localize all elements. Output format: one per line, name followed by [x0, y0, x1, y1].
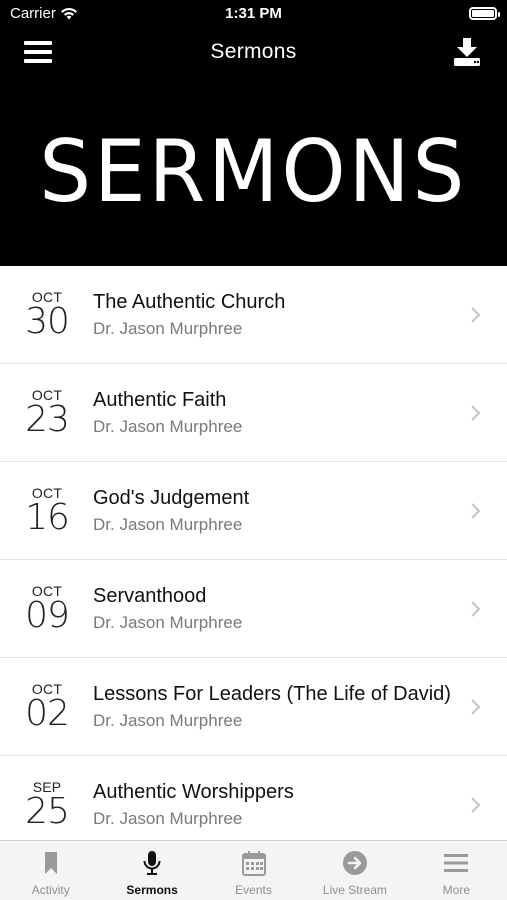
- sermon-day: 02: [25, 693, 70, 734]
- chevron-right-icon: [471, 307, 481, 323]
- calendar-icon: [241, 851, 266, 876]
- sermon-speaker: Dr. Jason Murphree: [93, 515, 243, 534]
- navigation-bar: Sermons: [0, 28, 507, 78]
- download-icon: [454, 38, 480, 66]
- tab-bar: Activity Sermons Events Live Stream More: [0, 840, 507, 900]
- sermon-title: Lessons For Leaders (The Life of David): [93, 683, 451, 705]
- sermon-date: OCT 02: [18, 682, 76, 732]
- sermon-day: 25: [25, 791, 70, 832]
- arrow-circle-icon: [342, 851, 367, 875]
- chevron-right-icon: [471, 405, 481, 421]
- tab-more[interactable]: More: [406, 841, 507, 900]
- sermon-title: The Authentic Church: [93, 291, 286, 313]
- sermon-list: OCT 30 The Authentic Church Dr. Jason Mu…: [0, 266, 507, 854]
- sermon-title: Authentic Worshippers: [93, 781, 294, 803]
- sermon-row[interactable]: OCT 30 The Authentic Church Dr. Jason Mu…: [0, 266, 507, 364]
- sermon-title: Authentic Faith: [93, 389, 227, 411]
- tab-label: Events: [235, 883, 272, 897]
- sermons-banner: SERMONS: [0, 78, 507, 266]
- tab-label: Activity: [31, 883, 70, 897]
- sermon-date: OCT 23: [18, 388, 76, 438]
- download-button[interactable]: [451, 36, 483, 68]
- banner-title: SERMONS: [39, 122, 468, 222]
- sermon-row[interactable]: OCT 16 God's Judgement Dr. Jason Murphre…: [0, 462, 507, 560]
- tab-sermons[interactable]: Sermons: [101, 841, 202, 900]
- status-time: 1:31 PM: [225, 5, 282, 22]
- sermon-day: 09: [25, 595, 70, 636]
- chevron-right-icon: [471, 699, 481, 715]
- tab-label: More: [442, 883, 470, 897]
- tab-label: Sermons: [126, 883, 178, 897]
- sermon-speaker: Dr. Jason Murphree: [93, 613, 243, 632]
- microphone-icon: [143, 851, 161, 875]
- sermon-speaker: Dr. Jason Murphree: [93, 809, 243, 828]
- sermon-speaker: Dr. Jason Murphree: [93, 319, 243, 338]
- page-title: Sermons: [210, 40, 297, 63]
- tab-activity[interactable]: Activity: [0, 841, 101, 900]
- sermon-row[interactable]: OCT 02 Lessons For Leaders (The Life of …: [0, 658, 507, 756]
- sermon-day: 23: [25, 399, 70, 440]
- sermon-title: God's Judgement: [93, 487, 250, 509]
- chevron-right-icon: [471, 503, 481, 519]
- tab-live-stream[interactable]: Live Stream: [304, 841, 405, 900]
- chevron-right-icon: [471, 601, 481, 617]
- chevron-right-icon: [471, 797, 481, 813]
- sermon-speaker: Dr. Jason Murphree: [93, 417, 243, 436]
- sermon-date: SEP 25: [18, 780, 76, 830]
- battery-icon: [469, 7, 500, 20]
- bookmark-icon: [44, 852, 57, 874]
- status-bar: Carrier 1:31 PM: [0, 0, 507, 28]
- more-lines-icon: [444, 854, 469, 872]
- sermon-title: Servanthood: [93, 585, 207, 607]
- sermon-date: OCT 30: [18, 290, 76, 340]
- tab-events[interactable]: Events: [203, 841, 304, 900]
- sermon-day: 16: [25, 497, 70, 538]
- tab-label: Live Stream: [322, 883, 387, 897]
- sermon-date: OCT 09: [18, 584, 76, 634]
- sermon-row[interactable]: OCT 09 Servanthood Dr. Jason Murphree: [0, 560, 507, 658]
- sermon-date: OCT 16: [18, 486, 76, 536]
- sermon-speaker: Dr. Jason Murphree: [93, 711, 243, 730]
- sermon-row[interactable]: OCT 23 Authentic Faith Dr. Jason Murphre…: [0, 364, 507, 462]
- sermon-day: 30: [25, 301, 70, 342]
